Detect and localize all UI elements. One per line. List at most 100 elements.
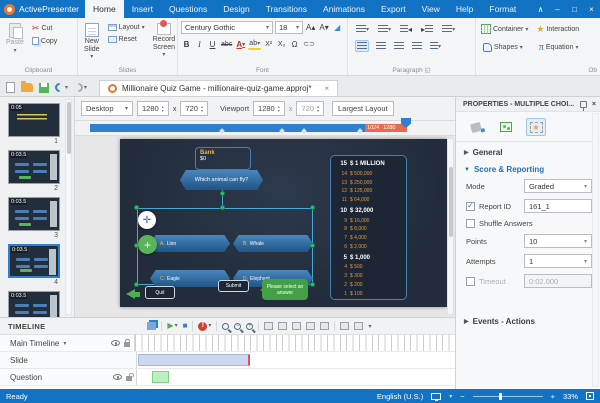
events-actions-section-header[interactable]: ▶ Events - Actions [456, 311, 600, 328]
question-duration-bar[interactable] [152, 371, 169, 383]
vertical-align-button[interactable]: ▾ [429, 40, 442, 52]
preview-dropdown-icon[interactable]: ▾ [449, 393, 452, 400]
link-icon[interactable]: ⊂⊃ [302, 38, 316, 50]
canvas[interactable]: Bank $0 Which animal can fly? A.Lion B.W… [75, 136, 455, 317]
clear-formatting-icon[interactable]: ◢ [332, 22, 343, 34]
split-object-icon[interactable] [320, 322, 329, 330]
ribbon-tab[interactable]: Questions [161, 0, 215, 18]
align-right-button[interactable] [393, 40, 405, 52]
subscript-button[interactable]: X₂ [276, 38, 287, 50]
ribbon-tab[interactable]: Help [448, 0, 481, 18]
thumbnail-scrollbar[interactable] [65, 99, 72, 315]
slide-width-stepper[interactable]: 1280 ▴▾ [137, 101, 169, 116]
back-arrow-icon[interactable] [126, 289, 135, 299]
zoom-slider[interactable] [473, 396, 543, 397]
close-panel-icon[interactable]: × [592, 101, 596, 108]
ribbon-tab[interactable]: View [414, 0, 448, 18]
largest-layout-button[interactable]: Largest Layout [332, 101, 394, 116]
record-narration-button[interactable]: !▾ [198, 321, 211, 331]
answer-option-a[interactable]: A.Lion [150, 235, 230, 252]
ribbon-tab[interactable]: Export [373, 0, 414, 18]
open-icon[interactable] [21, 83, 33, 92]
submit-button[interactable]: Submit [218, 280, 249, 292]
report-id-checkbox[interactable] [466, 202, 475, 211]
cut-range-icon[interactable] [292, 322, 301, 330]
audio-tools-icon[interactable] [354, 322, 363, 330]
height-spinner-icon[interactable]: ▴▾ [201, 105, 203, 113]
responsive-overflow-segment[interactable]: 1024 1280 [365, 124, 407, 132]
breakpoint-marker-icon[interactable] [301, 128, 307, 134]
interaction-button[interactable]: ★ Interaction [534, 24, 581, 35]
slide-thumbnail[interactable]: 0:03.5 4 [8, 244, 62, 286]
breakpoint-marker-icon[interactable] [357, 128, 363, 134]
new-slide-button[interactable]: New Slide ▾ [81, 21, 103, 64]
bold-button[interactable]: B [181, 38, 192, 50]
canvas-scrollbar-thumb[interactable] [449, 167, 453, 237]
record-screen-button[interactable]: Record Screen ▾ [150, 21, 179, 64]
slide-thumbnail[interactable]: 0:03.5 [8, 291, 62, 317]
shrink-font-icon[interactable]: A▾ [318, 22, 329, 34]
close-document-icon[interactable]: × [316, 84, 329, 93]
points-select[interactable]: 10 ▾ [524, 234, 592, 248]
freeze-frame-icon[interactable] [340, 322, 349, 330]
money-ladder[interactable]: 15 $ 1 MILLION 14 $ 500,000 13 $ 250,000 [330, 155, 407, 300]
question-lock-icon[interactable] [126, 376, 132, 381]
undo-button[interactable]: ▾ [55, 83, 68, 92]
ribbon-tab[interactable]: Home [85, 0, 124, 18]
stop-button[interactable]: ■ [183, 321, 188, 331]
canvas-vertical-scrollbar[interactable] [447, 138, 454, 315]
question-visibility-icon[interactable] [113, 374, 122, 380]
move-selection-icon[interactable]: ✛ [138, 211, 156, 229]
ribbon-tab[interactable]: Design [215, 0, 257, 18]
general-section-header[interactable]: ▶ General [456, 142, 600, 159]
ribbon-tab[interactable]: Format [481, 0, 524, 18]
breakpoint-marker-icon[interactable] [219, 128, 225, 134]
line-spacing-button[interactable]: ▾ [441, 23, 456, 35]
question-track[interactable] [137, 369, 455, 385]
slide-stage[interactable]: Bank $0 Which animal can fly? A.Lion B.W… [120, 139, 447, 307]
visibility-icon[interactable] [111, 340, 120, 346]
slide-track[interactable] [137, 352, 455, 368]
superscript-button[interactable]: X² [263, 38, 274, 50]
selection-handle[interactable] [310, 243, 315, 248]
question-track-label-cell[interactable]: Question [0, 369, 137, 385]
container-button[interactable]: Container▾ [479, 23, 530, 35]
style-effects-tab[interactable] [466, 118, 486, 136]
ribbon-tab[interactable]: Transitions [258, 0, 315, 18]
timeout-checkbox[interactable] [466, 277, 475, 286]
collapse-ribbon-icon[interactable]: ∧ [532, 3, 549, 16]
quit-button[interactable]: Quit [145, 286, 175, 299]
properties-scrollbar[interactable] [592, 113, 599, 387]
shuffle-answers-checkbox[interactable] [466, 219, 475, 228]
pin-panel-icon[interactable] [580, 101, 587, 108]
slide-height-stepper[interactable]: 720 ▴▾ [180, 101, 208, 116]
app-logo-area[interactable]: ActivePresenter [0, 0, 85, 18]
play-button[interactable]: ▶▾ [167, 321, 177, 331]
mode-select[interactable]: Graded ▾ [524, 179, 592, 193]
underline-button[interactable]: U [207, 38, 218, 50]
ribbon-tab[interactable]: Animations [315, 0, 373, 18]
grow-font-icon[interactable]: A▴ [305, 22, 316, 34]
zoom-fit-icon[interactable] [222, 323, 229, 330]
size-properties-tab[interactable] [496, 118, 516, 136]
breakpoint-marker-icon[interactable] [279, 128, 285, 134]
ribbon-tab[interactable]: Insert [124, 0, 161, 18]
responsive-range-bar[interactable] [90, 124, 365, 132]
save-icon[interactable] [39, 83, 49, 93]
timeout-input[interactable]: 0:02.000 [524, 274, 592, 288]
maximize-icon[interactable]: □ [566, 3, 583, 16]
selection-handle[interactable] [134, 205, 139, 210]
width-spinner-icon[interactable]: ▴▾ [162, 105, 164, 113]
viewport-width-spinner-icon[interactable]: ▴▾ [278, 105, 280, 113]
selection-handle[interactable] [134, 282, 139, 287]
slide-thumbnail[interactable]: 0:03.5 3 [8, 197, 62, 239]
close-icon[interactable]: × [583, 3, 600, 16]
zoom-in-icon[interactable]: + [246, 323, 253, 330]
equation-button[interactable]: π Equation▾ [537, 41, 581, 54]
status-language[interactable]: English (U.S.) [377, 392, 423, 401]
shapes-button[interactable]: Shapes▾ [481, 42, 525, 53]
interactivity-tab[interactable]: ★ [526, 118, 546, 136]
font-size-select[interactable]: 18 ▾ [275, 21, 303, 34]
reset-button[interactable]: Reset [106, 35, 147, 44]
preview-monitor-icon[interactable] [431, 393, 441, 400]
